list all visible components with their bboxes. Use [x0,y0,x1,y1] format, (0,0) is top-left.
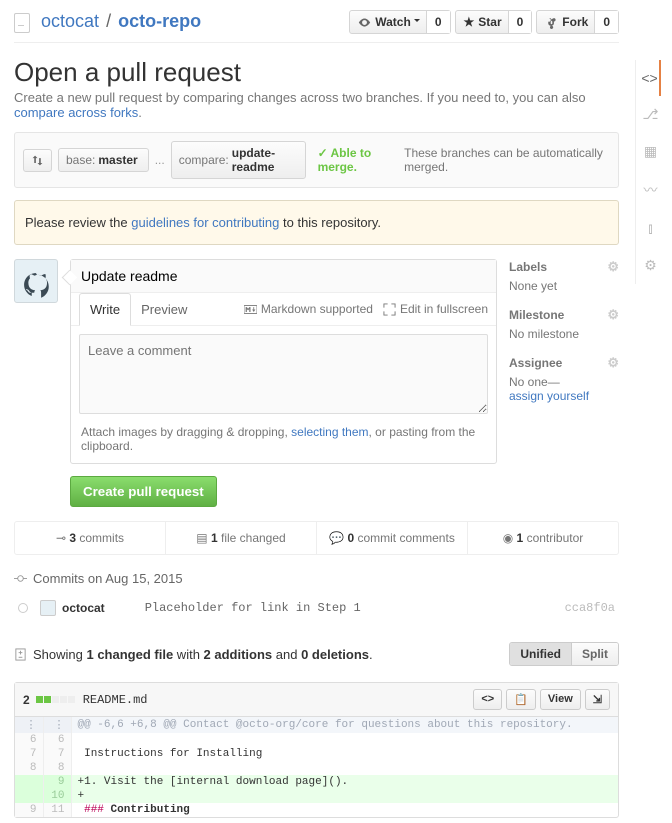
milestone-heading: Milestone [509,308,564,322]
settings-nav-icon[interactable]: ⚙ [644,247,657,284]
compare-icon [31,154,44,167]
commits-tab[interactable]: ⊸ 3 commits [15,522,166,554]
assignee-value: No one—assign yourself [509,375,619,403]
tab-preview[interactable]: Preview [131,294,197,325]
compare-forks-link[interactable]: compare across forks [14,105,138,120]
tab-write[interactable]: Write [79,293,131,326]
view-button[interactable]: View [540,689,581,710]
split-button[interactable]: Split [572,643,618,665]
fullscreen-link[interactable]: Edit in fullscreen [383,302,488,316]
labels-value: None yet [509,279,619,293]
expand-button[interactable]: ⇲ [585,689,610,710]
change-count: 2 [23,693,30,707]
watch-button[interactable]: Watch 0 [349,10,450,34]
attach-hint: Attach images by dragging & dropping, se… [71,425,496,463]
base-branch-button[interactable]: base: master [58,148,149,172]
pulse-nav-icon[interactable]: 〰 [644,170,658,210]
assignee-heading: Assignee [509,356,562,370]
page-title: Open a pull request [14,57,619,88]
milestone-value: No milestone [509,327,619,341]
changed-files-link[interactable]: 1 changed file [86,647,173,662]
files-tab[interactable]: ▤ 1 file changed [166,522,317,554]
page-subtitle: Create a new pull request by comparing c… [14,90,619,120]
create-pr-button[interactable]: Create pull request [70,476,217,507]
copy-button[interactable]: 📋 [506,689,536,710]
repo-icon [14,13,30,33]
files-summary: Showing 1 changed file with 2 additions … [33,647,509,662]
commit-dot-icon [18,603,28,613]
pr-title-input[interactable] [71,260,496,293]
merge-message: These branches can be automatically merg… [404,146,610,174]
hunk-header: @@ -6,6 +6,8 @@ Contact @octo-org/core f… [71,717,618,733]
labels-heading: Labels [509,260,547,274]
repo-header: octocat / octo-repo Watch 0 ★ Star 0 For… [14,0,619,40]
eye-icon [358,16,371,29]
swap-button[interactable] [23,149,52,172]
code-nav-icon[interactable]: <> [641,60,660,96]
repo-name-link[interactable]: octo-repo [118,11,201,31]
contributing-link[interactable]: guidelines for contributing [131,215,279,230]
commit-sha[interactable]: cca8f0a [565,601,615,615]
diff-icon [14,648,27,661]
select-files-link[interactable]: selecting them [291,425,368,439]
file-name: README.md [83,693,474,707]
star-button[interactable]: ★ Star 0 [455,10,533,34]
compare-bar: base: master ... compare: update-readme … [14,132,619,188]
unified-button[interactable]: Unified [510,643,572,665]
markdown-icon [244,303,257,316]
avatar [40,600,56,616]
diffstat-icon [36,696,75,703]
avatar [14,259,58,303]
commit-message: Placeholder for link in Step 1 [145,601,565,615]
contributing-notice: Please review the guidelines for contrib… [14,200,619,245]
fullscreen-icon [383,303,396,316]
wiki-nav-icon[interactable]: ▦ [644,133,657,170]
assign-self-link[interactable]: assign yourself [509,389,589,403]
stats-bar: ⊸ 3 commits ▤ 1 file changed 💬 0 commit … [14,521,619,555]
fork-button[interactable]: Fork 0 [536,10,619,34]
repo-owner-link[interactable]: octocat [41,11,99,31]
octocat-icon [19,268,53,302]
source-button[interactable]: <> [473,689,502,710]
file-diff: 2 README.md <> 📋 View ⇲ ⋮⋮@@ -6,6 +6,8 @… [14,682,619,818]
compare-branch-button[interactable]: compare: update-readme [171,141,306,179]
gear-icon[interactable]: ⚙ [607,355,619,371]
right-nav: <> ⎇ ▦ 〰 ⫾ ⚙ [635,60,665,284]
gear-icon[interactable]: ⚙ [607,307,619,323]
commit-icon [14,572,27,585]
markdown-help-link[interactable]: Markdown supported [244,302,373,316]
commit-author: octocat [62,601,105,615]
fork-icon [545,16,558,29]
compose-box: Write Preview Markdown supported Edit in… [70,259,497,464]
pr-nav-icon[interactable]: ⎇ [642,96,658,133]
contributors-tab[interactable]: ◉ 1 contributor [468,522,618,554]
comment-textarea[interactable] [79,334,488,414]
commit-row[interactable]: octocat Placeholder for link in Step 1 c… [14,592,619,624]
comments-tab[interactable]: 💬 0 commit comments [317,522,468,554]
commit-group-heading: Commits on Aug 15, 2015 [14,565,619,592]
gear-icon[interactable]: ⚙ [607,259,619,275]
merge-status: Able to merge. [318,146,399,174]
compare-dots: ... [155,153,165,167]
graphs-nav-icon[interactable]: ⫾ [648,210,652,247]
star-icon: ★ [464,15,475,29]
